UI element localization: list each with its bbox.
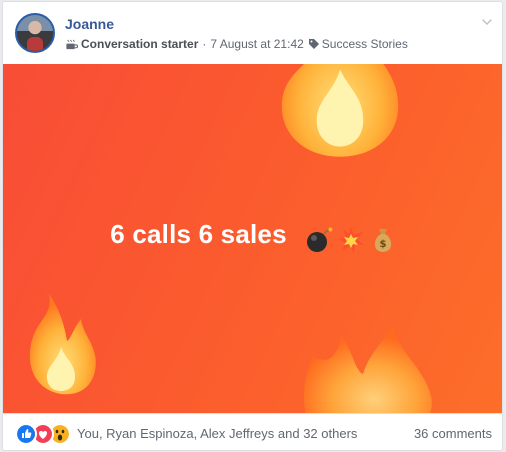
coffee-cup-icon: [66, 39, 78, 49]
topic-link[interactable]: Success Stories: [322, 37, 408, 51]
comments-count[interactable]: 36 comments: [414, 426, 492, 441]
collision-icon: [338, 227, 364, 253]
author-name[interactable]: Joanne: [65, 16, 114, 32]
banner-text: 6 calls 6 sales: [110, 219, 287, 249]
badge-label: Conversation starter: [81, 37, 199, 51]
fire-icon: [281, 64, 399, 157]
bomb-icon: [307, 227, 333, 252]
banner-headline: 6 calls 6 sales: [3, 219, 502, 250]
money-bag-icon: $: [374, 229, 392, 252]
like-icon: [15, 423, 37, 445]
post-banner: 6 calls 6 sales $: [3, 64, 502, 413]
post-timestamp[interactable]: 7 August at 21:42: [210, 37, 303, 51]
post-footer: You, Ryan Espinoza, Alex Jeffreys and 32…: [3, 413, 502, 450]
banner-emoji-row: $: [305, 226, 397, 254]
fire-icon: [29, 294, 96, 395]
reaction-names[interactable]: You, Ryan Espinoza, Alex Jeffreys and 32…: [77, 426, 357, 441]
fire-icon: [304, 326, 432, 413]
svg-text:$: $: [380, 239, 387, 250]
post-meta: Conversation starter · 7 August at 21:42…: [65, 37, 408, 51]
separator: ·: [202, 37, 207, 51]
post-header: Joanne Conversation starter · 7 August a…: [3, 2, 502, 64]
tag-icon: [308, 39, 319, 49]
post-card: Joanne Conversation starter · 7 August a…: [2, 1, 503, 451]
avatar[interactable]: [15, 13, 55, 53]
reaction-icons[interactable]: [15, 423, 71, 445]
chevron-down-icon[interactable]: [480, 15, 494, 29]
